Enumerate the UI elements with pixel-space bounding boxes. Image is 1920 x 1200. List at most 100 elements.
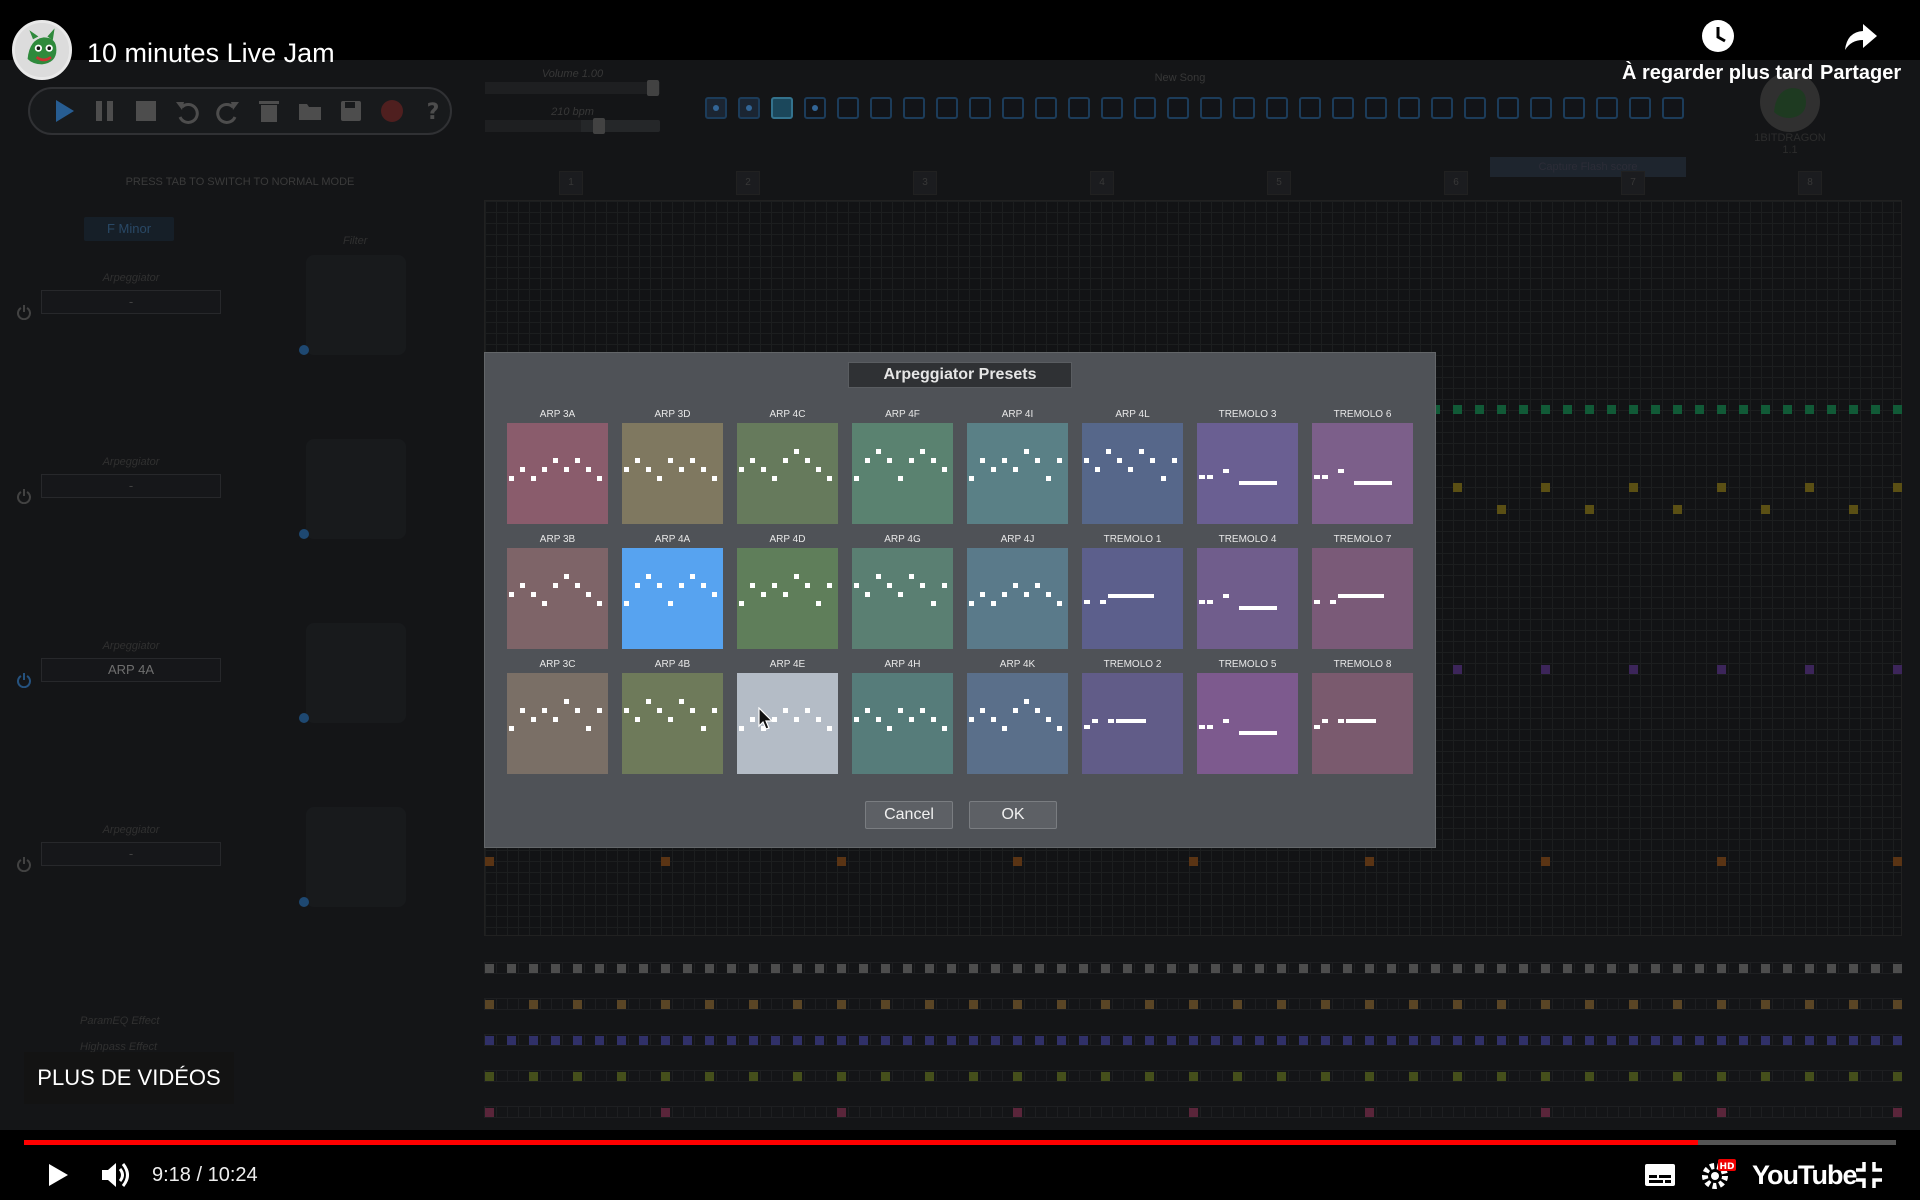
note-cell[interactable] bbox=[1585, 505, 1594, 514]
sequencer-step[interactable] bbox=[595, 964, 604, 973]
sequencer-step[interactable] bbox=[1717, 1000, 1726, 1009]
redo-button[interactable] bbox=[214, 97, 242, 125]
sequencer-step[interactable] bbox=[1673, 964, 1682, 973]
preset-arp-4g[interactable]: ARP 4G bbox=[852, 534, 953, 649]
preset-tile[interactable] bbox=[967, 548, 1068, 649]
sequencer-step[interactable] bbox=[1849, 1072, 1858, 1081]
sequencer-step[interactable] bbox=[1299, 964, 1308, 973]
sequencer-step[interactable] bbox=[1629, 1072, 1638, 1081]
pattern-slot[interactable] bbox=[837, 97, 859, 119]
preset-arp-4h[interactable]: ARP 4H bbox=[852, 659, 953, 774]
note-cell[interactable] bbox=[1563, 405, 1572, 414]
pattern-slot[interactable] bbox=[1035, 97, 1057, 119]
sequencer-step[interactable] bbox=[1651, 1036, 1660, 1045]
sequencer-step[interactable] bbox=[837, 1072, 846, 1081]
sequencer-step[interactable] bbox=[1805, 1036, 1814, 1045]
sequencer-step[interactable] bbox=[485, 1000, 494, 1009]
sequencer-step[interactable] bbox=[639, 964, 648, 973]
filter-handle[interactable] bbox=[299, 345, 309, 355]
note-cell[interactable] bbox=[1673, 405, 1682, 414]
preset-tile[interactable] bbox=[1312, 673, 1413, 774]
play-button[interactable] bbox=[50, 97, 78, 125]
sequencer-step[interactable] bbox=[1189, 1108, 1198, 1117]
preset-tile[interactable] bbox=[1197, 673, 1298, 774]
pattern-slot[interactable] bbox=[1332, 97, 1354, 119]
sequencer-step[interactable] bbox=[793, 1000, 802, 1009]
preset-arp-4f[interactable]: ARP 4F bbox=[852, 409, 953, 524]
sequencer-step[interactable] bbox=[1805, 1000, 1814, 1009]
sequencer-step[interactable] bbox=[617, 964, 626, 973]
note-cell[interactable] bbox=[1607, 405, 1616, 414]
note-cell[interactable] bbox=[1629, 483, 1638, 492]
sequencer-step[interactable] bbox=[617, 1036, 626, 1045]
sequencer-step[interactable] bbox=[1255, 964, 1264, 973]
sequencer-step[interactable] bbox=[573, 1036, 582, 1045]
sequencer-step[interactable] bbox=[881, 1036, 890, 1045]
preset-tremolo-2[interactable]: TREMOLO 2 bbox=[1082, 659, 1183, 774]
preset-arp-4l[interactable]: ARP 4L bbox=[1082, 409, 1183, 524]
pattern-slot[interactable] bbox=[1398, 97, 1420, 119]
sequencer-step[interactable] bbox=[485, 1036, 494, 1045]
sequencer-step[interactable] bbox=[1717, 964, 1726, 973]
sequencer-step[interactable] bbox=[1365, 964, 1374, 973]
sequencer-step[interactable] bbox=[1321, 1000, 1330, 1009]
sequencer-step[interactable] bbox=[1893, 1036, 1902, 1045]
sequencer-step[interactable] bbox=[617, 1000, 626, 1009]
arpeggiator-select[interactable]: ARP 4A bbox=[41, 658, 221, 682]
sequencer-step[interactable] bbox=[749, 1036, 758, 1045]
preset-tile[interactable] bbox=[852, 673, 953, 774]
sequencer-step[interactable] bbox=[1123, 1036, 1132, 1045]
sequencer-step[interactable] bbox=[705, 1000, 714, 1009]
note-cell[interactable] bbox=[1541, 483, 1550, 492]
note-cell[interactable] bbox=[1849, 505, 1858, 514]
note-cell[interactable] bbox=[1805, 665, 1814, 674]
preset-tile[interactable] bbox=[1197, 548, 1298, 649]
progress-bar[interactable] bbox=[24, 1140, 1896, 1145]
preset-arp-3b[interactable]: ARP 3B bbox=[507, 534, 608, 649]
sequencer-step[interactable] bbox=[771, 1036, 780, 1045]
sequencer-step[interactable] bbox=[1497, 964, 1506, 973]
note-cell[interactable] bbox=[1805, 483, 1814, 492]
sequencer-step[interactable] bbox=[903, 964, 912, 973]
sequencer-step[interactable] bbox=[1585, 1000, 1594, 1009]
preset-tremolo-8[interactable]: TREMOLO 8 bbox=[1312, 659, 1413, 774]
note-cell[interactable] bbox=[1893, 857, 1902, 866]
note-cell[interactable] bbox=[1629, 405, 1638, 414]
sequencer-step[interactable] bbox=[1761, 964, 1770, 973]
preset-tile[interactable] bbox=[1082, 423, 1183, 524]
preset-tremolo-5[interactable]: TREMOLO 5 bbox=[1197, 659, 1298, 774]
sequencer-step[interactable] bbox=[947, 1036, 956, 1045]
sequencer-step[interactable] bbox=[1101, 1072, 1110, 1081]
bar-number[interactable]: 6 bbox=[1444, 171, 1468, 195]
sequencer-step[interactable] bbox=[1167, 964, 1176, 973]
preset-arp-4e[interactable]: ARP 4E bbox=[737, 659, 838, 774]
sequencer-step[interactable] bbox=[1519, 964, 1528, 973]
sequencer-step[interactable] bbox=[1145, 964, 1154, 973]
arpeggiator-select[interactable]: - bbox=[41, 474, 221, 498]
sequencer-step[interactable] bbox=[1893, 1072, 1902, 1081]
sequencer-step[interactable] bbox=[793, 1072, 802, 1081]
note-cell[interactable] bbox=[1189, 857, 1198, 866]
sequencer-step[interactable] bbox=[1101, 1000, 1110, 1009]
delete-button[interactable] bbox=[255, 97, 283, 125]
preset-arp-4d[interactable]: ARP 4D bbox=[737, 534, 838, 649]
sequencer-step[interactable] bbox=[1629, 1036, 1638, 1045]
preset-arp-4i[interactable]: ARP 4I bbox=[967, 409, 1068, 524]
note-cell[interactable] bbox=[1475, 405, 1484, 414]
sequencer-step[interactable] bbox=[1145, 1036, 1154, 1045]
share-button[interactable]: Partager bbox=[1820, 18, 1901, 85]
sequencer-step[interactable] bbox=[1409, 1072, 1418, 1081]
sequencer-step[interactable] bbox=[1585, 1072, 1594, 1081]
sequencer-step[interactable] bbox=[1035, 1036, 1044, 1045]
preset-tile[interactable] bbox=[967, 423, 1068, 524]
pattern-slot[interactable] bbox=[738, 97, 760, 119]
cancel-button[interactable]: Cancel bbox=[865, 801, 953, 829]
pattern-slot[interactable] bbox=[1563, 97, 1585, 119]
open-button[interactable] bbox=[296, 97, 324, 125]
power-icon[interactable] bbox=[16, 304, 32, 320]
note-cell[interactable] bbox=[1871, 405, 1880, 414]
pattern-slot[interactable] bbox=[1200, 97, 1222, 119]
sequencer-step[interactable] bbox=[1343, 964, 1352, 973]
note-cell[interactable] bbox=[1453, 483, 1462, 492]
sequencer-step[interactable] bbox=[1211, 964, 1220, 973]
